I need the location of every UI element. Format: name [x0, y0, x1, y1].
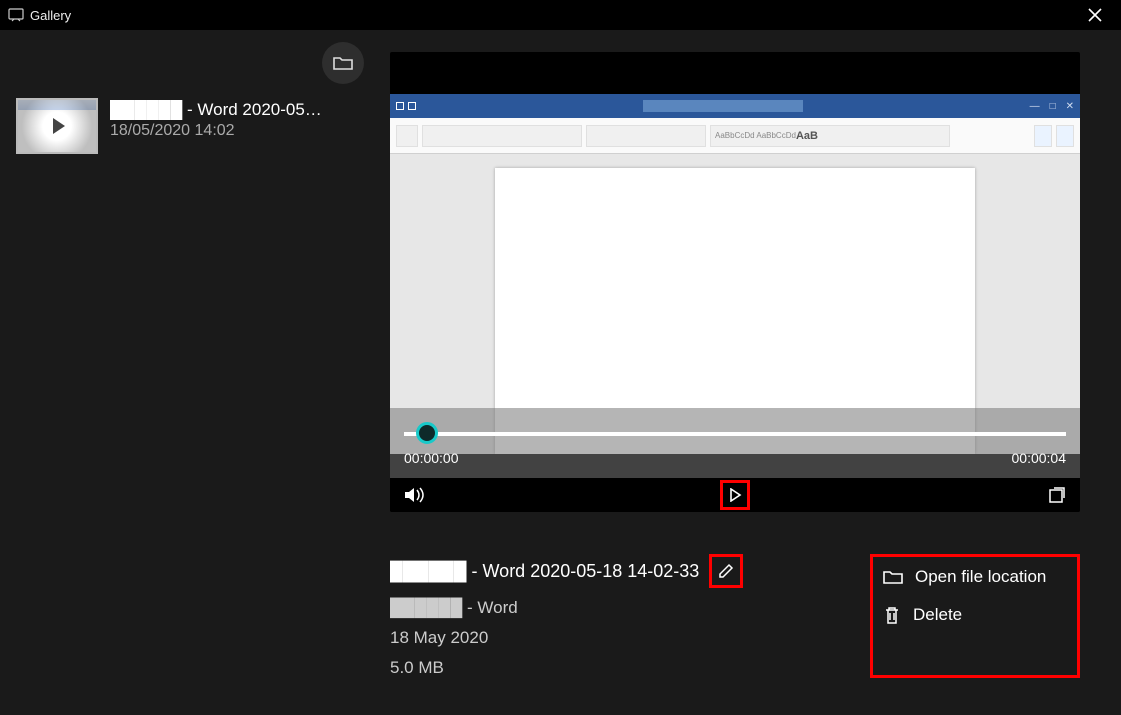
current-time: 00:00:00	[404, 450, 459, 466]
play-icon	[53, 118, 65, 134]
gallery-icon	[8, 8, 24, 22]
main-panel: —□✕ AaBbCcDd AaBbCcDd AaB	[380, 30, 1121, 715]
close-button[interactable]	[1077, 3, 1113, 27]
file-size: 5.0 MB	[390, 658, 743, 678]
speaker-icon	[404, 486, 426, 504]
actions-panel: Open file location Delete	[870, 554, 1080, 678]
sidebar: ██████ - Word 2020-05… 18/05/2020 14:02	[0, 30, 380, 715]
video-frame: —□✕ AaBbCcDd AaBbCcDd AaB	[390, 94, 1080, 454]
details-left: ██████ - Word 2020-05-18 14-02-33 ██████…	[390, 554, 743, 678]
gallery-window: Gallery ██████ - Word 2020-05… 18/0	[0, 0, 1121, 715]
open-file-location-label: Open file location	[915, 567, 1046, 587]
delete-label: Delete	[913, 605, 962, 625]
play-button[interactable]	[720, 480, 750, 510]
body: ██████ - Word 2020-05… 18/05/2020 14:02 …	[0, 30, 1121, 715]
close-icon	[1087, 7, 1103, 23]
scrubber-area: 00:00:00 00:00:04	[390, 408, 1080, 478]
fullscreen-icon	[1048, 486, 1066, 504]
thumbnail-date: 18/05/2020 14:02	[110, 122, 366, 140]
sidebar-top	[12, 42, 370, 94]
delete-button[interactable]: Delete	[883, 605, 1067, 625]
app-name: ██████ - Word	[390, 598, 743, 618]
scrubber-track[interactable]	[404, 432, 1066, 436]
pencil-icon	[717, 562, 735, 580]
file-name: ██████ - Word 2020-05-18 14-02-33	[390, 561, 699, 582]
duration: 00:00:04	[1012, 450, 1067, 466]
list-item[interactable]: ██████ - Word 2020-05… 18/05/2020 14:02	[12, 94, 370, 158]
volume-button[interactable]	[404, 486, 426, 504]
file-date: 18 May 2020	[390, 628, 743, 648]
folder-icon	[883, 569, 903, 585]
details-panel: ██████ - Word 2020-05-18 14-02-33 ██████…	[390, 554, 1080, 678]
folder-icon	[333, 55, 353, 71]
open-folder-button[interactable]	[322, 42, 364, 84]
window-title: Gallery	[30, 8, 71, 23]
scrubber-handle[interactable]	[416, 422, 438, 444]
rename-button[interactable]	[709, 554, 743, 588]
video-thumbnail[interactable]	[16, 98, 98, 154]
preview-word-titlebar: —□✕	[390, 94, 1080, 118]
preview-word-ribbon: AaBbCcDd AaBbCcDd AaB	[390, 118, 1080, 154]
titlebar-left: Gallery	[8, 8, 71, 23]
controls-bar	[390, 478, 1080, 512]
time-row: 00:00:00 00:00:04	[404, 450, 1066, 466]
play-icon	[728, 488, 742, 502]
titlebar: Gallery	[0, 0, 1121, 30]
thumbnail-info: ██████ - Word 2020-05… 18/05/2020 14:02	[110, 98, 366, 140]
thumbnail-title: ██████ - Word 2020-05…	[110, 100, 366, 120]
file-name-row: ██████ - Word 2020-05-18 14-02-33	[390, 554, 743, 588]
open-file-location-button[interactable]: Open file location	[883, 567, 1067, 587]
video-player: —□✕ AaBbCcDd AaBbCcDd AaB	[390, 52, 1080, 512]
trash-icon	[883, 605, 901, 625]
fullscreen-button[interactable]	[1048, 486, 1066, 504]
